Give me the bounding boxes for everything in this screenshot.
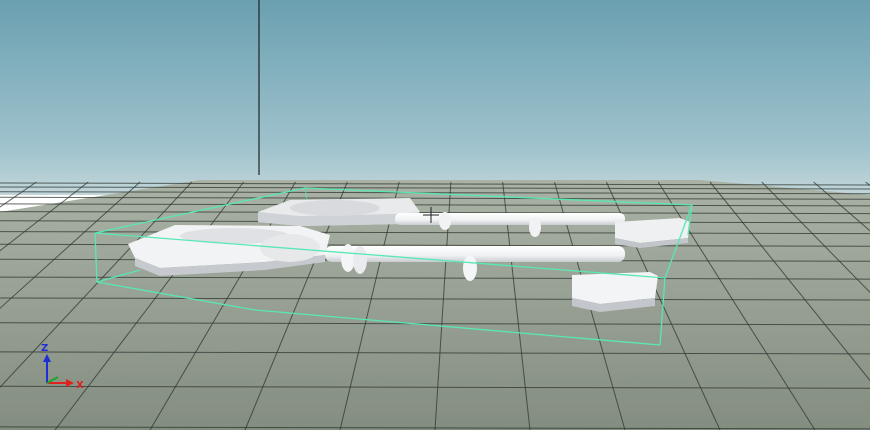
- z-axis-label: Z: [41, 343, 48, 354]
- 3d-viewport[interactable]: Z X: [0, 0, 870, 430]
- sky-background: [0, 0, 870, 195]
- scene-canvas[interactable]: Z X: [0, 0, 870, 430]
- x-axis-label: X: [76, 380, 84, 391]
